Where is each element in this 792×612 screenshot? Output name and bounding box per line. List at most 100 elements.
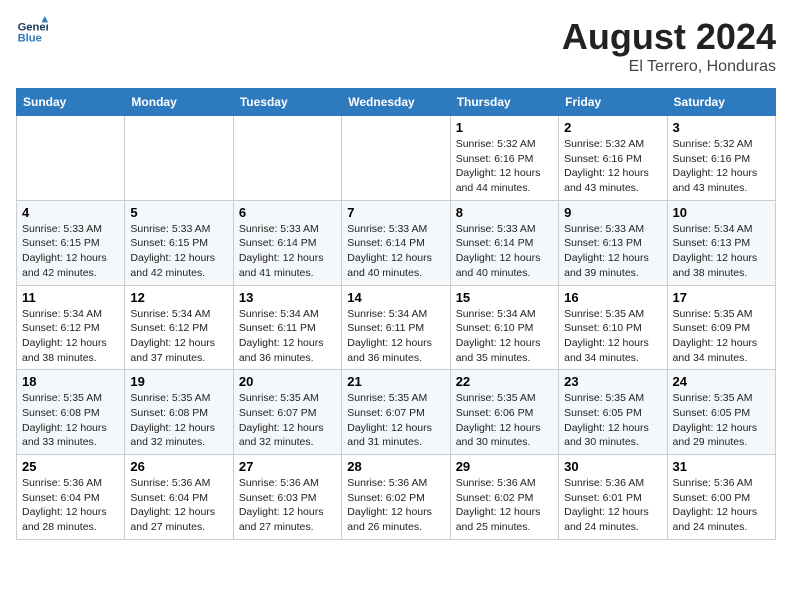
day-cell: 31 Sunrise: 5:36 AM Sunset: 6:00 PM Dayli… <box>667 455 775 540</box>
day-number: 30 <box>564 459 661 474</box>
title-area: August 2024 El Terrero, Honduras <box>562 16 776 76</box>
day-cell: 8 Sunrise: 5:33 AM Sunset: 6:14 PM Daylig… <box>450 200 558 285</box>
calendar-table: SundayMondayTuesdayWednesdayThursdayFrid… <box>16 88 776 540</box>
day-cell: 30 Sunrise: 5:36 AM Sunset: 6:01 PM Dayli… <box>559 455 667 540</box>
day-number: 25 <box>22 459 119 474</box>
day-cell: 16Sunrise: 5:35 AM Sunset: 6:10 PM Dayli… <box>559 285 667 370</box>
day-info: Sunrise: 5:34 AM Sunset: 6:11 PM Dayligh… <box>347 307 444 366</box>
day-info: Sunrise: 5:33 AM Sunset: 6:14 PM Dayligh… <box>347 222 444 281</box>
day-info: Sunrise: 5:35 AM Sunset: 6:09 PM Dayligh… <box>673 307 770 366</box>
day-cell: 11Sunrise: 5:34 AM Sunset: 6:12 PM Dayli… <box>17 285 125 370</box>
week-row-4: 18 Sunrise: 5:35 AM Sunset: 6:08 PM Dayli… <box>17 370 776 455</box>
logo-icon: General Blue <box>16 16 48 48</box>
day-info: Sunrise: 5:33 AM Sunset: 6:13 PM Dayligh… <box>564 222 661 281</box>
day-number: 3 <box>673 120 770 135</box>
day-number: 17 <box>673 290 770 305</box>
day-cell: 20Sunrise: 5:35 AM Sunset: 6:07 PM Dayli… <box>233 370 341 455</box>
day-cell: 10 Sunrise: 5:34 AM Sunset: 6:13 PM Dayli… <box>667 200 775 285</box>
day-cell: 6 Sunrise: 5:33 AM Sunset: 6:14 PM Daylig… <box>233 200 341 285</box>
week-row-2: 4 Sunrise: 5:33 AM Sunset: 6:15 PM Daylig… <box>17 200 776 285</box>
day-info: Sunrise: 5:36 AM Sunset: 6:01 PM Dayligh… <box>564 476 661 535</box>
day-cell: 13 Sunrise: 5:34 AM Sunset: 6:11 PM Dayli… <box>233 285 341 370</box>
day-number: 24 <box>673 374 770 389</box>
day-number: 29 <box>456 459 553 474</box>
day-cell: 22 Sunrise: 5:35 AM Sunset: 6:06 PM Dayli… <box>450 370 558 455</box>
weekday-header-friday: Friday <box>559 89 667 116</box>
day-info: Sunrise: 5:33 AM Sunset: 6:15 PM Dayligh… <box>130 222 227 281</box>
weekday-header-tuesday: Tuesday <box>233 89 341 116</box>
day-info: Sunrise: 5:33 AM Sunset: 6:14 PM Dayligh… <box>456 222 553 281</box>
day-number: 6 <box>239 205 336 220</box>
day-info: Sunrise: 5:33 AM Sunset: 6:14 PM Dayligh… <box>239 222 336 281</box>
day-info: Sunrise: 5:34 AM Sunset: 6:13 PM Dayligh… <box>673 222 770 281</box>
day-cell <box>233 116 341 201</box>
day-number: 1 <box>456 120 553 135</box>
day-number: 20 <box>239 374 336 389</box>
day-info: Sunrise: 5:36 AM Sunset: 6:04 PM Dayligh… <box>22 476 119 535</box>
day-cell: 25 Sunrise: 5:36 AM Sunset: 6:04 PM Dayli… <box>17 455 125 540</box>
day-number: 26 <box>130 459 227 474</box>
month-year: August 2024 <box>562 16 776 58</box>
day-number: 31 <box>673 459 770 474</box>
day-info: Sunrise: 5:36 AM Sunset: 6:03 PM Dayligh… <box>239 476 336 535</box>
weekday-header-wednesday: Wednesday <box>342 89 450 116</box>
day-number: 2 <box>564 120 661 135</box>
day-number: 4 <box>22 205 119 220</box>
day-number: 27 <box>239 459 336 474</box>
day-cell: 12 Sunrise: 5:34 AM Sunset: 6:12 PM Dayli… <box>125 285 233 370</box>
day-info: Sunrise: 5:32 AM Sunset: 6:16 PM Dayligh… <box>564 137 661 196</box>
day-info: Sunrise: 5:35 AM Sunset: 6:05 PM Dayligh… <box>673 391 770 450</box>
week-row-5: 25 Sunrise: 5:36 AM Sunset: 6:04 PM Dayli… <box>17 455 776 540</box>
day-number: 10 <box>673 205 770 220</box>
day-number: 21 <box>347 374 444 389</box>
day-cell: 9Sunrise: 5:33 AM Sunset: 6:13 PM Daylig… <box>559 200 667 285</box>
day-cell: 1Sunrise: 5:32 AM Sunset: 6:16 PM Daylig… <box>450 116 558 201</box>
day-number: 12 <box>130 290 227 305</box>
day-cell: 17 Sunrise: 5:35 AM Sunset: 6:09 PM Dayli… <box>667 285 775 370</box>
weekday-header-monday: Monday <box>125 89 233 116</box>
day-info: Sunrise: 5:34 AM Sunset: 6:12 PM Dayligh… <box>130 307 227 366</box>
page-header: General Blue August 2024 El Terrero, Hon… <box>16 16 776 76</box>
day-info: Sunrise: 5:34 AM Sunset: 6:10 PM Dayligh… <box>456 307 553 366</box>
day-number: 16 <box>564 290 661 305</box>
day-number: 11 <box>22 290 119 305</box>
day-info: Sunrise: 5:36 AM Sunset: 6:00 PM Dayligh… <box>673 476 770 535</box>
day-number: 14 <box>347 290 444 305</box>
day-info: Sunrise: 5:34 AM Sunset: 6:11 PM Dayligh… <box>239 307 336 366</box>
day-cell: 29Sunrise: 5:36 AM Sunset: 6:02 PM Dayli… <box>450 455 558 540</box>
day-number: 18 <box>22 374 119 389</box>
logo: General Blue <box>16 16 48 48</box>
day-info: Sunrise: 5:36 AM Sunset: 6:02 PM Dayligh… <box>347 476 444 535</box>
weekday-header-thursday: Thursday <box>450 89 558 116</box>
day-number: 7 <box>347 205 444 220</box>
day-cell: 2 Sunrise: 5:32 AM Sunset: 6:16 PM Daylig… <box>559 116 667 201</box>
day-info: Sunrise: 5:35 AM Sunset: 6:05 PM Dayligh… <box>564 391 661 450</box>
day-info: Sunrise: 5:35 AM Sunset: 6:08 PM Dayligh… <box>22 391 119 450</box>
day-cell: 19Sunrise: 5:35 AM Sunset: 6:08 PM Dayli… <box>125 370 233 455</box>
day-cell: 18 Sunrise: 5:35 AM Sunset: 6:08 PM Dayli… <box>17 370 125 455</box>
location: El Terrero, Honduras <box>562 58 776 76</box>
day-number: 8 <box>456 205 553 220</box>
day-info: Sunrise: 5:32 AM Sunset: 6:16 PM Dayligh… <box>673 137 770 196</box>
day-cell <box>17 116 125 201</box>
day-cell <box>342 116 450 201</box>
day-cell: 26 Sunrise: 5:36 AM Sunset: 6:04 PM Dayli… <box>125 455 233 540</box>
day-number: 28 <box>347 459 444 474</box>
svg-text:General: General <box>18 21 48 33</box>
day-number: 13 <box>239 290 336 305</box>
day-cell: 7 Sunrise: 5:33 AM Sunset: 6:14 PM Daylig… <box>342 200 450 285</box>
day-number: 19 <box>130 374 227 389</box>
week-row-3: 11 Sunrise: 5:34 AM Sunset: 6:12 PM Dayli… <box>17 285 776 370</box>
day-cell: 3 Sunrise: 5:32 AM Sunset: 6:16 PM Daylig… <box>667 116 775 201</box>
weekday-header-sunday: Sunday <box>17 89 125 116</box>
day-info: Sunrise: 5:36 AM Sunset: 6:04 PM Dayligh… <box>130 476 227 535</box>
day-number: 15 <box>456 290 553 305</box>
day-info: Sunrise: 5:35 AM Sunset: 6:06 PM Dayligh… <box>456 391 553 450</box>
day-cell: 14 Sunrise: 5:34 AM Sunset: 6:11 PM Dayli… <box>342 285 450 370</box>
svg-text:Blue: Blue <box>18 33 42 45</box>
day-number: 22 <box>456 374 553 389</box>
day-cell: 28 Sunrise: 5:36 AM Sunset: 6:02 PM Dayli… <box>342 455 450 540</box>
day-cell: 5Sunrise: 5:33 AM Sunset: 6:15 PM Daylig… <box>125 200 233 285</box>
day-info: Sunrise: 5:33 AM Sunset: 6:15 PM Dayligh… <box>22 222 119 281</box>
week-row-1: 1 Sunrise: 5:32 AM Sunset: 6:16 PM Daylig… <box>17 116 776 201</box>
